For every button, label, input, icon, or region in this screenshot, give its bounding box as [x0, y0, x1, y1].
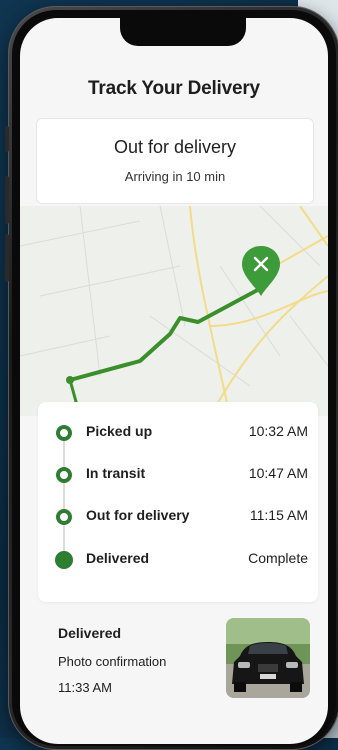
timeline-item-picked-up: Picked up 10:32 AM	[20, 421, 328, 445]
status-title: Out for delivery	[113, 137, 237, 157]
delivery-map[interactable]	[20, 205, 328, 417]
page-title: Track Your Delivery	[88, 78, 260, 99]
timeline-time: Complete	[248, 550, 308, 566]
delivered-time: 11:33 AM	[58, 680, 112, 695]
phone-volume-down-button	[5, 234, 9, 282]
timeline-connector	[63, 435, 65, 563]
timeline-time: 10:47 AM	[248, 465, 308, 481]
map-roads	[189, 205, 328, 417]
timeline-time: 11:15 AM	[249, 507, 308, 523]
route-start-marker	[66, 376, 74, 384]
map-minor-streets	[20, 205, 328, 387]
car-photo-image	[226, 618, 310, 698]
status-card: Out for delivery Arriving in 10 min	[36, 118, 314, 204]
timeline-label: Picked up	[86, 423, 153, 439]
phone-notch	[120, 18, 246, 46]
photo-confirmation-label: Photo confirmation	[58, 654, 167, 669]
phone-frame: Track Your Delivery Out for delivery Arr…	[5, 6, 338, 750]
step-done-icon	[56, 467, 72, 483]
phone-mute-button	[5, 126, 9, 152]
step-complete-icon	[55, 551, 73, 569]
map-canvas	[20, 205, 328, 417]
status-eta: Arriving in 10 min	[124, 169, 226, 184]
timeline-item-out-for-delivery: Out for delivery 11:15 AM	[20, 505, 328, 529]
timeline-time: 10:32 AM	[248, 423, 308, 439]
step-done-icon	[56, 509, 72, 525]
timeline-item-delivered: Delivered Complete	[20, 548, 328, 572]
destination-pin[interactable]	[242, 246, 280, 296]
timeline-label: In transit	[86, 465, 146, 481]
timeline-label: Out for delivery	[86, 507, 190, 523]
phone-screen: Track Your Delivery Out for delivery Arr…	[20, 18, 328, 744]
step-done-icon	[56, 425, 72, 441]
timeline-label: Delivered	[86, 550, 150, 566]
delivered-heading: Delivered	[58, 625, 122, 641]
timeline-item-in-transit: In transit 10:47 AM	[20, 463, 328, 487]
phone-volume-up-button	[5, 176, 9, 224]
delivery-photo-thumbnail[interactable]	[226, 618, 310, 698]
